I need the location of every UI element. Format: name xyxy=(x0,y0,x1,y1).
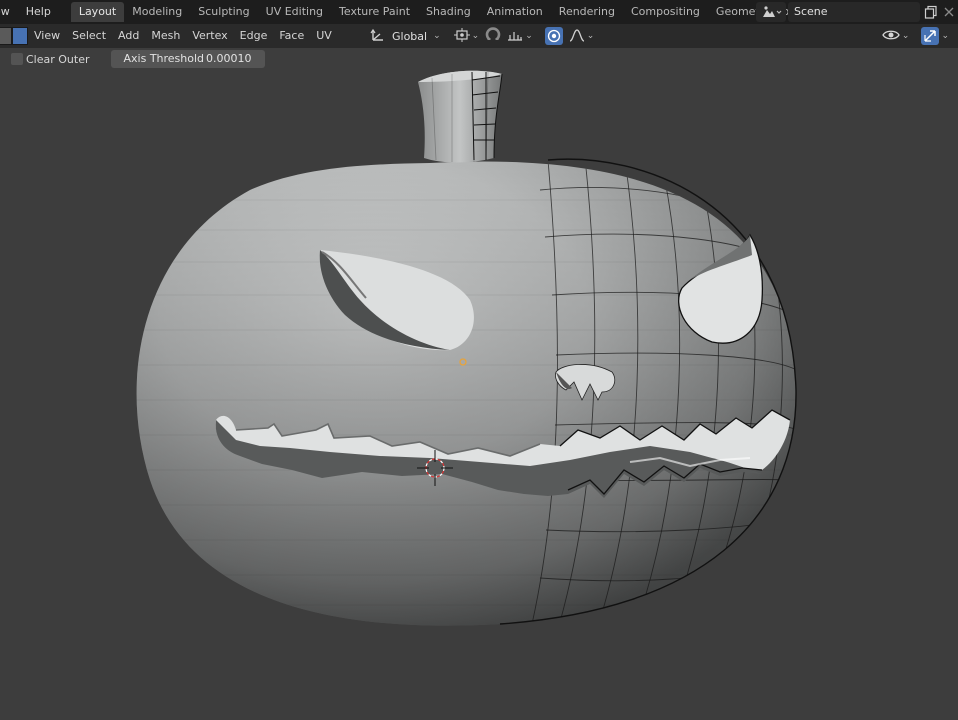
snap-increment-icon xyxy=(507,28,523,45)
chevron-down-icon: ⌄ xyxy=(901,31,910,41)
close-icon[interactable] xyxy=(940,2,958,22)
viewport-display-tools: ⌄ ⌄ xyxy=(879,24,952,48)
menu-add[interactable]: Add xyxy=(112,24,145,48)
eye-visibility-icon xyxy=(882,29,900,44)
chevron-down-icon: ⌄ xyxy=(471,31,480,41)
axis-threshold-field[interactable]: Axis Threshold 0.00010 xyxy=(110,50,265,68)
orientation-dropdown[interactable]: Global ⌄ xyxy=(366,26,445,46)
new-scene-icon[interactable] xyxy=(922,2,940,22)
tab-animation[interactable]: Animation xyxy=(479,2,551,22)
gizmo-toggle-icon xyxy=(921,27,940,45)
menu-help[interactable]: Help xyxy=(18,0,59,24)
3d-viewport[interactable] xyxy=(0,48,958,720)
workspace-tabs: Layout Modeling Sculpting UV Editing Tex… xyxy=(70,2,830,22)
orientation-label: Global xyxy=(392,29,428,43)
tab-compositing[interactable]: Compositing xyxy=(623,2,708,22)
operator-panel: Clear Outer Axis Threshold 0.00010 xyxy=(0,48,300,70)
chevron-down-icon: ⌄ xyxy=(433,31,441,41)
face-select-mode-button[interactable] xyxy=(12,27,28,45)
viewport-header: View Select Add Mesh Vertex Edge Face UV… xyxy=(0,24,958,48)
chevron-down-icon: ⌄ xyxy=(525,31,533,41)
clear-outer-label: Clear Outer xyxy=(26,52,90,66)
snap-icon xyxy=(485,26,501,46)
snap-toggle[interactable] xyxy=(482,26,504,46)
menu-edge[interactable]: Edge xyxy=(234,24,274,48)
menu-mesh[interactable]: Mesh xyxy=(145,24,186,48)
chevron-down-icon: ⌄ xyxy=(586,31,595,41)
proportional-editing-toggle[interactable] xyxy=(542,26,566,46)
edge-select-mode-button[interactable] xyxy=(0,27,12,45)
proportional-editing-icon xyxy=(544,27,563,45)
menu-uv[interactable]: UV xyxy=(310,24,338,48)
gizmo-dropdown[interactable]: ⌄ xyxy=(918,26,952,46)
axis-threshold-label: Axis Threshold xyxy=(123,52,205,65)
chevron-down-icon: ⌄ xyxy=(941,31,949,41)
tab-uv-editing[interactable]: UV Editing xyxy=(258,2,331,22)
menu-view[interactable]: View xyxy=(28,24,66,48)
menu-select[interactable]: Select xyxy=(66,24,112,48)
tab-sculpting[interactable]: Sculpting xyxy=(190,2,257,22)
pivot-point-dropdown[interactable]: ⌄ xyxy=(451,26,483,46)
falloff-dropdown[interactable]: ⌄ xyxy=(566,26,598,46)
tab-modeling[interactable]: Modeling xyxy=(124,2,190,22)
transform-tools: Global ⌄ ⌄ ⌄ ⌄ xyxy=(366,24,597,48)
tab-layout[interactable]: Layout xyxy=(70,2,125,22)
tab-texture-paint[interactable]: Texture Paint xyxy=(331,2,418,22)
transform-orientation-icon xyxy=(370,28,386,45)
select-mode-toggles xyxy=(0,27,28,45)
tab-shading[interactable]: Shading xyxy=(418,2,479,22)
pumpkin-mesh xyxy=(136,70,797,626)
visibility-dropdown[interactable]: ⌄ xyxy=(879,26,913,46)
snap-target-dropdown[interactable]: ⌄ xyxy=(504,26,536,46)
scene-selector: Scene xyxy=(756,0,958,24)
menu-face[interactable]: Face xyxy=(273,24,310,48)
clear-outer-checkbox[interactable] xyxy=(11,53,23,65)
tab-rendering[interactable]: Rendering xyxy=(551,2,623,22)
top-bar: ow Help Layout Modeling Sculpting UV Edi… xyxy=(0,0,958,24)
pivot-point-icon xyxy=(453,27,470,45)
falloff-curve-icon xyxy=(569,28,585,45)
scene-selector-icon[interactable] xyxy=(756,2,786,22)
axis-threshold-value: 0.00010 xyxy=(206,52,252,65)
menu-window[interactable]: ow xyxy=(0,0,18,24)
scene-name-field[interactable]: Scene xyxy=(788,2,920,22)
menu-vertex[interactable]: Vertex xyxy=(186,24,233,48)
